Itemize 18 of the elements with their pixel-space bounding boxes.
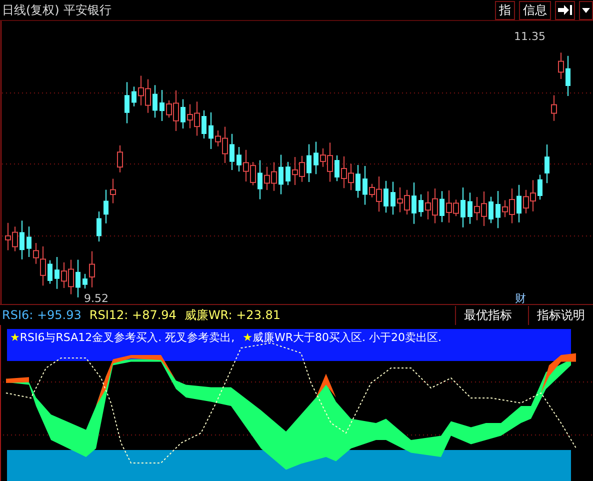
- toolbar-button[interactable]: 信息: [519, 0, 551, 20]
- period-label: 日线(复权): [2, 2, 60, 18]
- collapse-button[interactable]: [555, 0, 575, 20]
- indicator-value: RSI6: +95.93: [2, 308, 82, 322]
- indicator-note: 威廉WR大于80买入区. 小于20卖出区.: [252, 331, 442, 344]
- finance-marker: 财: [515, 292, 526, 304]
- toolbar-button[interactable]: 指: [495, 0, 515, 20]
- star-icon: ★: [242, 331, 252, 344]
- dropdown-button[interactable]: [579, 0, 593, 20]
- star-icon: ★: [10, 331, 20, 344]
- indicator-value: RSI12: +87.94: [89, 308, 176, 322]
- high-price-label: 11.35: [514, 30, 546, 43]
- caret-icon: [582, 8, 590, 12]
- indicator-value: 威廉WR: +23.81: [184, 306, 281, 324]
- arrow-to-bar-icon: [558, 4, 572, 16]
- indicator-note: RSI6与RSA12金叉参考买入. 死叉参考卖出,: [20, 331, 235, 344]
- stock-name: 平安银行: [63, 2, 112, 18]
- low-price-label: 9.52: [84, 292, 108, 304]
